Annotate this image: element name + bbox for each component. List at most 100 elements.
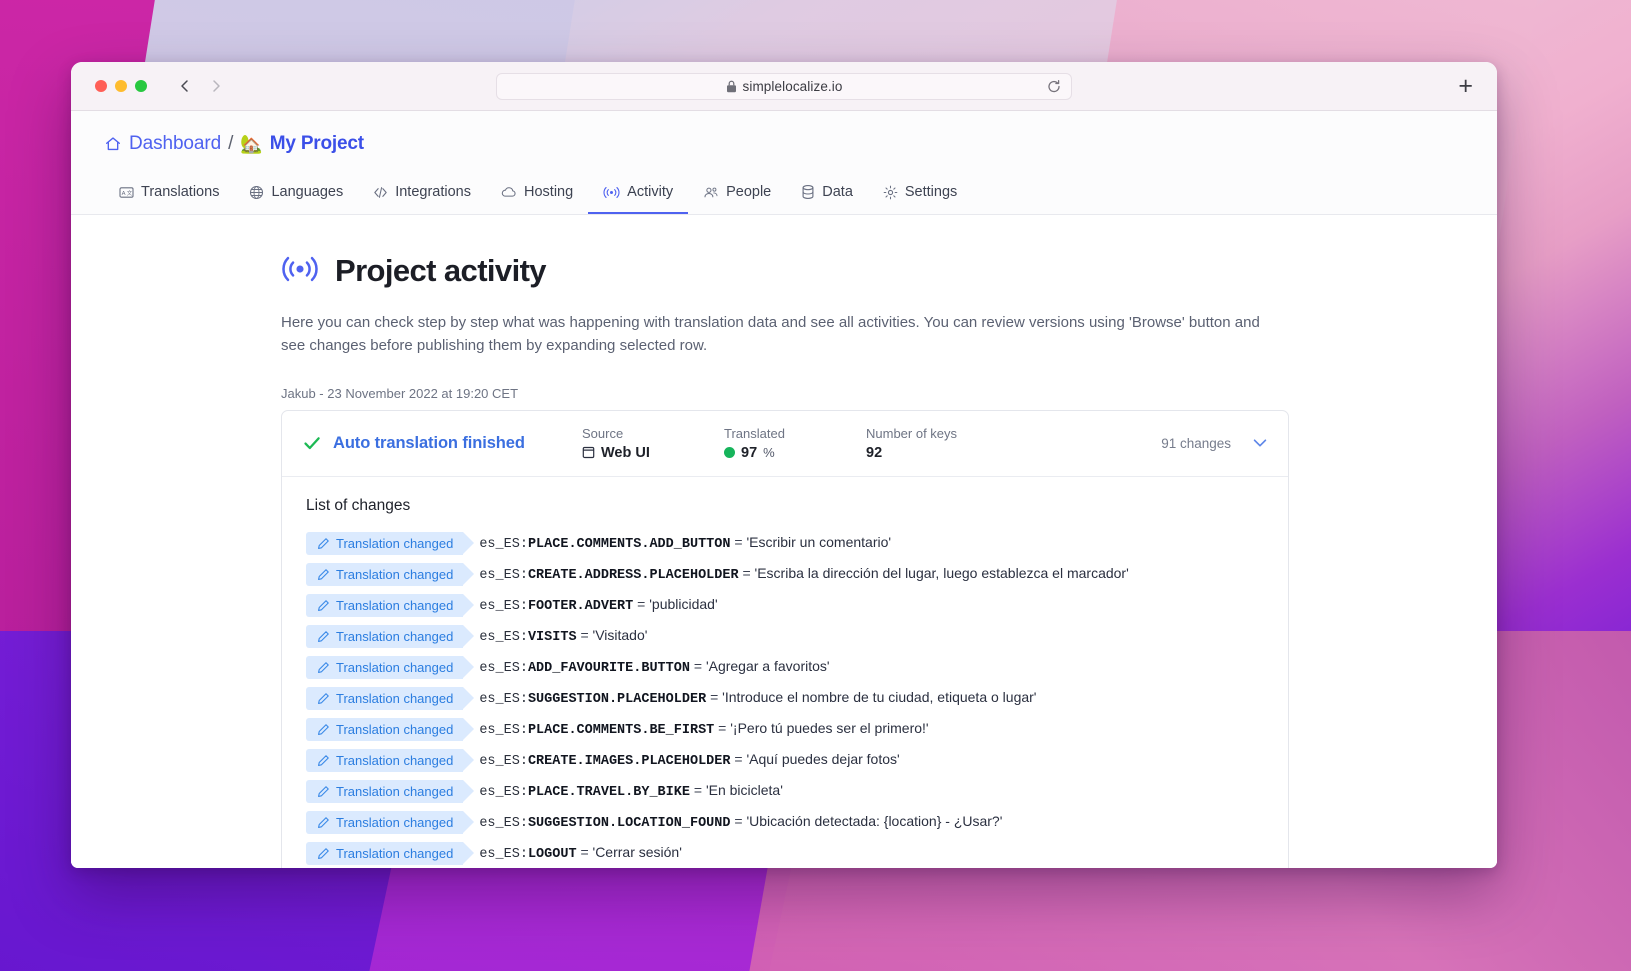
tab-label: Data <box>822 184 853 200</box>
changes-list: Translation changed es_ES: PLACE.COMMENTS.… <box>282 528 1288 869</box>
minimize-window-button[interactable] <box>115 80 127 92</box>
close-window-button[interactable] <box>95 80 107 92</box>
change-row[interactable]: Translation changed es_ES:SUGGESTION.PLAC… <box>282 683 1288 714</box>
tab-label: Hosting <box>524 184 574 200</box>
change-value: 'Ubicación detectada: {location} - ¿Usar… <box>746 813 1003 829</box>
change-value: 'Cerrar sesión' <box>592 844 682 860</box>
tab-languages[interactable]: Languages <box>234 175 358 214</box>
breadcrumb-project-link[interactable]: My Project <box>270 133 364 155</box>
change-description: es_ES:SUGGESTION.PLACEHOLDER = 'Introduc… <box>479 689 1036 707</box>
change-row[interactable]: Translation changed es_ES:PLACE.COMMENTS.… <box>282 714 1288 745</box>
change-value: 'En bicicleta' <box>705 782 783 798</box>
page-title: Project activity <box>335 253 547 288</box>
forward-button[interactable] <box>207 77 225 95</box>
change-equals: = <box>734 751 743 767</box>
changes-count: 91 changes <box>1161 435 1231 451</box>
change-key: PLACE.COMMENTS.BE_FIRST <box>527 723 715 738</box>
change-description: es_ES:CREATE.IMAGES.PLACEHOLDER = 'Aquí … <box>479 751 899 769</box>
change-description: es_ES:CREATE.ADDRESS.PLACEHOLDER = 'Escr… <box>479 565 1128 583</box>
tab-hosting[interactable]: Hosting <box>486 175 588 214</box>
stat-number-of-keys: Number of keys 92 <box>866 426 1066 461</box>
app-header: Dashboard / 🏡 My Project A 文 Translation… <box>71 111 1497 215</box>
stat-suffix: % <box>763 445 775 460</box>
change-badge-label: Translation changed <box>336 659 454 675</box>
change-value: 'Escriba la dirección del lugar, luego e… <box>754 565 1129 581</box>
tab-translations[interactable]: A 文 Translations <box>104 175 234 214</box>
svg-text:文: 文 <box>127 189 133 197</box>
pencil-icon <box>317 661 330 674</box>
translate-icon: A 文 <box>119 185 134 200</box>
breadcrumb-dashboard-link[interactable]: Dashboard <box>129 133 221 155</box>
cloud-icon <box>501 184 517 200</box>
browser-nav-buttons <box>176 77 225 95</box>
activity-title-group: Auto translation finished <box>302 433 582 453</box>
new-tab-button[interactable]: + <box>1458 73 1473 99</box>
change-key: SUGGESTION.PLACEHOLDER <box>527 692 707 707</box>
maximize-window-button[interactable] <box>135 80 147 92</box>
tab-integrations[interactable]: Integrations <box>358 175 486 214</box>
change-badge-label: Translation changed <box>336 752 454 768</box>
main-nav-tabs: A 文 Translations Languages Integrations … <box>71 175 1497 214</box>
lock-icon <box>726 80 737 93</box>
stat-value-wrap: 97% <box>724 445 866 461</box>
window-controls <box>95 80 147 92</box>
change-locale: es_ES: <box>479 568 528 583</box>
page-description: Here you can check step by step what was… <box>281 314 1260 355</box>
change-row[interactable]: Translation changed es_ES:ADD_FAVOURITE.B… <box>282 652 1288 683</box>
change-row[interactable]: Translation changed es_ES:SUGGESTION.LOCA… <box>282 807 1288 838</box>
chevron-down-icon[interactable] <box>1250 433 1270 453</box>
activity-summary-row[interactable]: Auto translation finished Source Web UI … <box>282 411 1288 477</box>
change-key: SUGGESTION.LOCATION_FOUND <box>527 816 731 831</box>
change-equals: = <box>693 658 703 674</box>
tab-settings[interactable]: Settings <box>868 175 972 214</box>
change-equals: = <box>710 689 719 705</box>
tab-activity[interactable]: Activity <box>588 175 689 214</box>
change-row[interactable]: Translation changed es_ES:CREATE.ADDRESS.… <box>282 559 1288 590</box>
activity-meta: Jakub - 23 November 2022 at 19:20 CET <box>281 385 519 401</box>
change-badge-label: Translation changed <box>336 535 454 551</box>
address-bar[interactable]: simplelocalize.io <box>496 72 1072 100</box>
project-emoji-icon: 🏡 <box>240 134 263 154</box>
change-locale: es_ES: <box>479 630 528 645</box>
change-row[interactable]: Translation changed es_ES:LOGOUT = 'Cerra… <box>282 838 1288 869</box>
change-value: 'Agregar a favoritos' <box>705 658 830 674</box>
change-key: FOOTER.ADVERT <box>527 599 634 614</box>
broadcast-icon <box>281 254 319 289</box>
activity-title[interactable]: Auto translation finished <box>333 434 525 453</box>
change-type-badge: Translation changed <box>306 779 475 803</box>
change-equals: = <box>637 596 646 612</box>
change-key: CREATE.IMAGES.PLACEHOLDER <box>527 754 731 769</box>
change-locale: es_ES: <box>479 692 528 707</box>
code-icon <box>373 185 388 200</box>
change-description: es_ES:LOGOUT = 'Cerrar sesión' <box>479 844 682 862</box>
broadcast-icon <box>603 185 620 200</box>
svg-text:A: A <box>122 191 126 197</box>
stat-label: Source <box>582 425 624 441</box>
back-button[interactable] <box>176 77 194 95</box>
change-row[interactable]: Translation changed es_ES:CREATE.IMAGES.P… <box>282 745 1288 776</box>
url-text: simplelocalize.io <box>742 78 843 94</box>
change-type-badge: Translation changed <box>306 531 475 555</box>
change-row[interactable]: Translation changed es_ES:PLACE.COMMENTS.… <box>282 528 1288 559</box>
stat-source: Source Web UI <box>582 426 724 461</box>
change-value: 'Introduce el nombre de tu ciudad, etiqu… <box>722 689 1037 705</box>
change-description: es_ES:FOOTER.ADVERT = 'publicidad' <box>479 596 717 614</box>
change-badge-label: Translation changed <box>336 783 454 799</box>
stat-label: Number of keys <box>866 425 958 441</box>
tab-label: Settings <box>904 184 958 200</box>
stat-value: Web UI <box>601 444 650 461</box>
change-row[interactable]: Translation changed es_ES:FOOTER.ADVERT =… <box>282 590 1288 621</box>
change-badge-label: Translation changed <box>336 814 454 830</box>
tab-data[interactable]: Data <box>786 175 868 214</box>
stat-value-wrap: 92 <box>866 445 1066 461</box>
change-row[interactable]: Translation changed es_ES:PLACE.TRAVEL.BY… <box>282 776 1288 807</box>
change-row[interactable]: Translation changed es_ES:VISITS = 'Visit… <box>282 621 1288 652</box>
tab-people[interactable]: People <box>688 175 786 214</box>
reload-icon[interactable] <box>1046 79 1061 94</box>
change-locale: es_ES: <box>479 785 528 800</box>
change-description: es_ES:ADD_FAVOURITE.BUTTON = 'Agregar a … <box>479 658 829 676</box>
breadcrumb-separator: / <box>228 133 234 154</box>
change-equals: = <box>742 565 751 581</box>
tab-label: Integrations <box>395 184 471 200</box>
home-icon[interactable] <box>104 135 122 153</box>
